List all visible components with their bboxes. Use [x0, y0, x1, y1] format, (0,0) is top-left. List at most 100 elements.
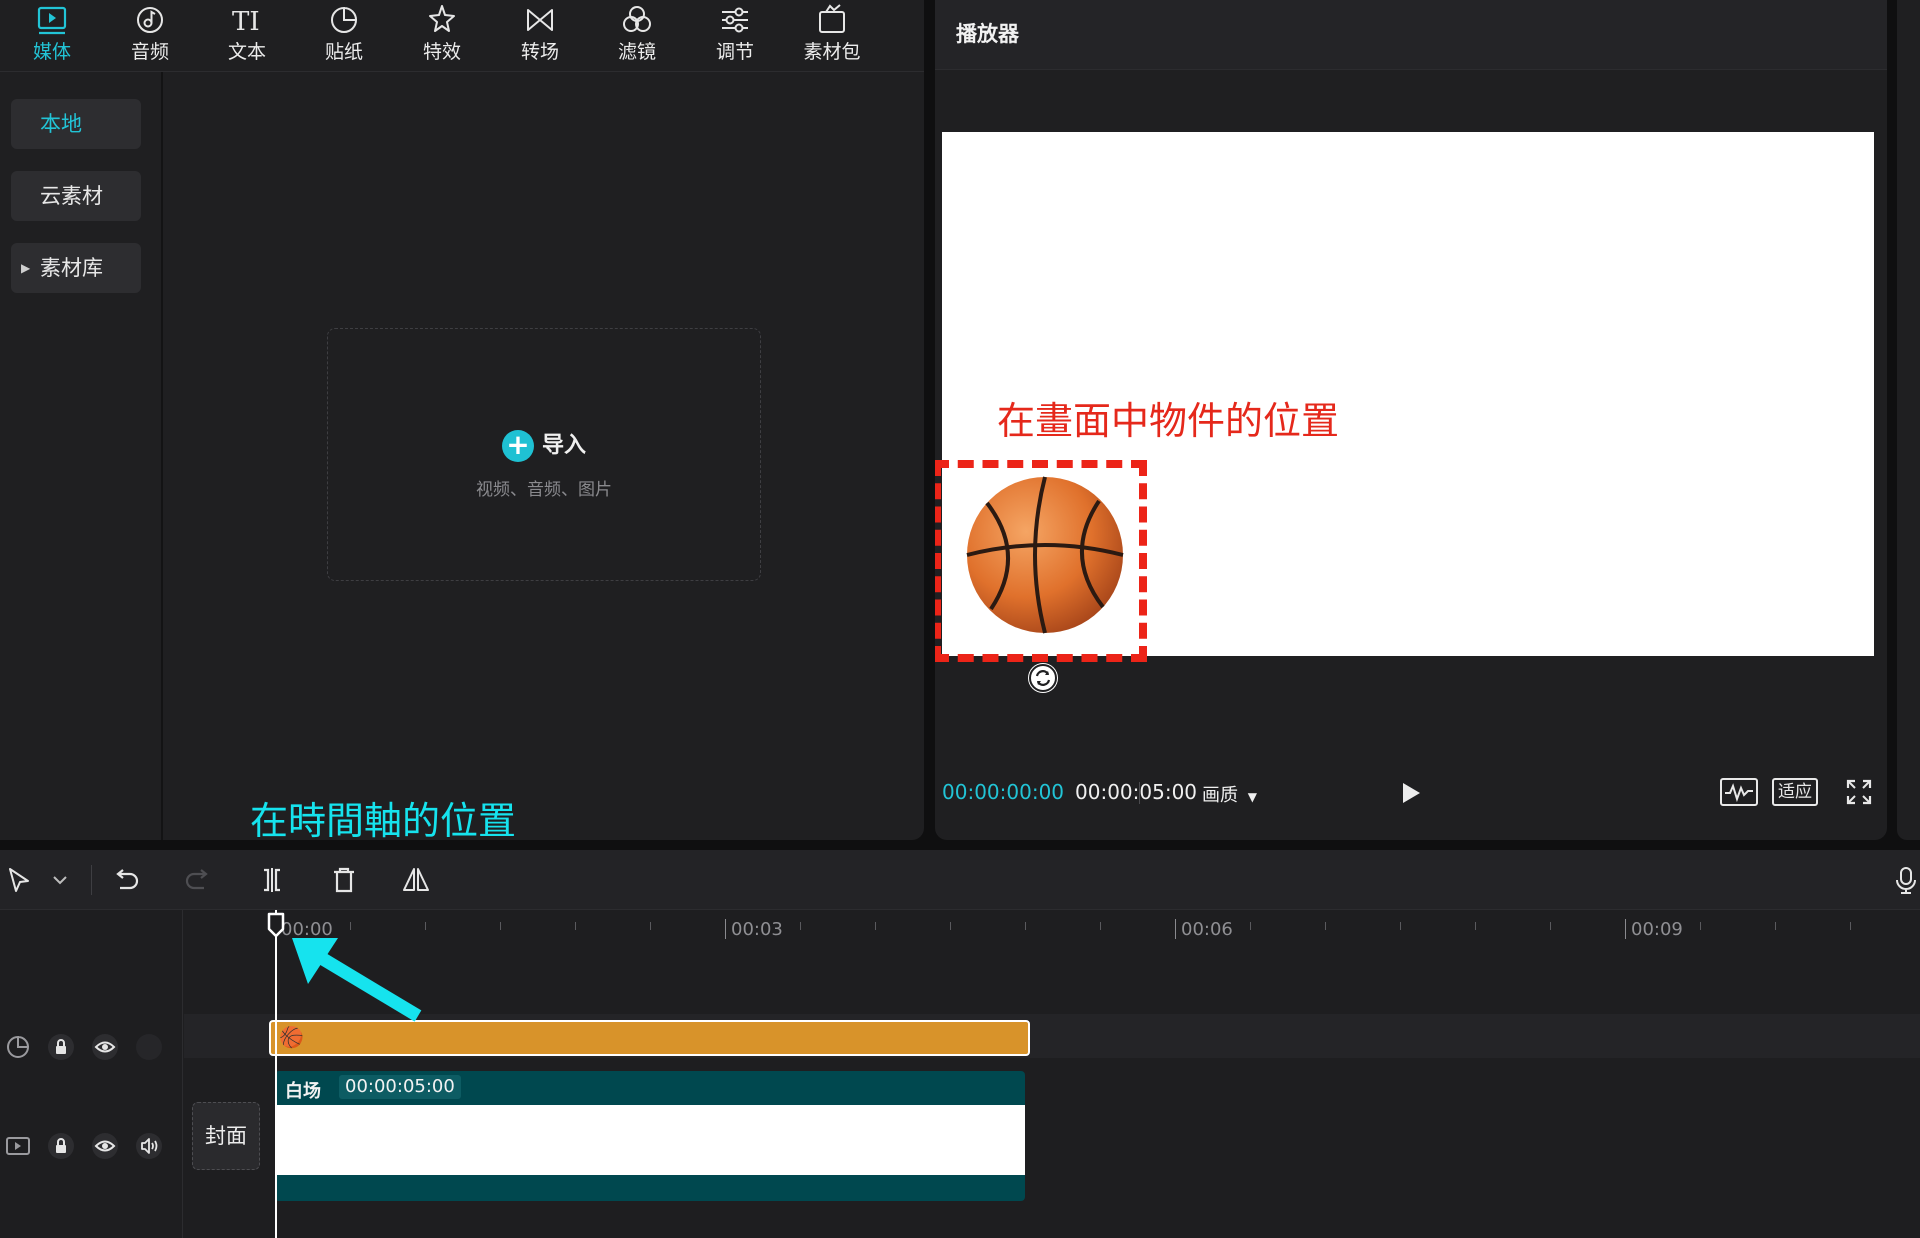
basketball-thumbnail-icon: 🏀: [279, 1025, 304, 1049]
tool-effects[interactable]: 特效: [397, 0, 487, 72]
mirror-icon: [403, 868, 429, 891]
waveform-button[interactable]: [1720, 778, 1758, 806]
waveform-icon: [1720, 778, 1758, 806]
tool-text[interactable]: TI 文本: [202, 0, 292, 72]
asset-toolbar: 媒体 音频 TI 文本 贴纸 特效 转场 滤镜 调节 素材包: [0, 0, 924, 72]
ruler-minor-tick: [800, 922, 801, 930]
effects-icon: [397, 0, 487, 40]
caret-right-icon: ▶: [21, 261, 31, 275]
lock-icon[interactable]: [47, 1033, 75, 1061]
tool-sticker[interactable]: 贴纸: [299, 0, 389, 72]
tool-adjust[interactable]: 调节: [690, 0, 780, 72]
canvas-position-annotation: 在畫面中物件的位置: [997, 399, 1340, 443]
ruler-minor-tick: [1475, 922, 1476, 930]
video-clip[interactable]: 白场 00:00:05:00: [275, 1071, 1025, 1201]
total-time: 00:00:05:00: [1075, 780, 1198, 804]
select-tool-button[interactable]: [4, 864, 36, 896]
tool-effects-label: 特效: [422, 41, 461, 63]
select-mode-dropdown[interactable]: [44, 864, 68, 896]
chevron-down-icon: ▼: [1247, 790, 1257, 804]
player-controls: 00:00:00:00 00:00:05:00 画质 ▼ 适应: [935, 770, 1887, 816]
undo-button[interactable]: [110, 864, 142, 896]
tool-text-label: 文本: [227, 41, 266, 63]
package-icon: [787, 0, 877, 40]
ruler-minor-tick: [1250, 922, 1251, 930]
text-icon: TI: [202, 0, 292, 40]
trash-icon: [334, 867, 354, 893]
clip-duration: 00:00:05:00: [339, 1075, 461, 1099]
nav-cloud[interactable]: 云素材: [11, 171, 141, 221]
cover-button[interactable]: 封面: [192, 1102, 260, 1170]
player-title: 播放器: [956, 22, 1019, 46]
mirror-button[interactable]: [400, 864, 432, 896]
ruler-minor-tick: [950, 922, 951, 930]
timeline-position-annotation: 在時間軸的位置: [250, 799, 517, 840]
split-icon: [264, 868, 280, 892]
rotate-handle-icon[interactable]: [1028, 663, 1058, 693]
audio-icon: [105, 0, 195, 40]
tool-package[interactable]: 素材包: [787, 0, 877, 72]
video-track-icon: [4, 1132, 32, 1160]
local-nav: 本地 云素材 ▶ 素材库: [0, 72, 163, 840]
svg-text:TI: TI: [232, 7, 260, 37]
sticker-icon: [299, 0, 389, 40]
delete-button[interactable]: [328, 864, 360, 896]
tool-filter-label: 滤镜: [617, 41, 656, 63]
eye-icon[interactable]: [91, 1132, 119, 1160]
player-header: 播放器: [935, 0, 1887, 70]
tool-media-label: 媒体: [32, 41, 71, 63]
ruler-label: 00:03: [731, 919, 783, 940]
ruler-minor-tick: [500, 922, 501, 930]
play-button[interactable]: [1395, 778, 1425, 808]
tool-media[interactable]: 媒体: [7, 0, 97, 72]
redo-button[interactable]: [182, 864, 214, 896]
empty-slot-icon: [135, 1033, 163, 1061]
plus-icon: +: [502, 430, 534, 462]
clip-name: 白场: [285, 1081, 321, 1102]
lock-icon[interactable]: [47, 1132, 75, 1160]
tool-adjust-label: 调节: [715, 41, 754, 63]
import-dropzone[interactable]: + 导入 视频、音频、图片: [327, 328, 761, 581]
sticker-track-icon: [4, 1033, 32, 1061]
ruler-label: 00:09: [1631, 919, 1683, 940]
speaker-icon[interactable]: [135, 1132, 163, 1160]
fullscreen-icon: [1846, 779, 1872, 805]
ruler-minor-tick: [1025, 922, 1026, 930]
nav-local[interactable]: 本地: [11, 99, 141, 149]
split-button[interactable]: [256, 864, 288, 896]
ruler-major-tick: [1175, 919, 1176, 939]
eye-icon[interactable]: [91, 1033, 119, 1061]
timeline-panel: 封面 00:00 00:03 00:06 00:09 🏀 白场 00:00:05:00: [0, 850, 1920, 1238]
fullscreen-button[interactable]: [1845, 778, 1873, 806]
redo-icon: [185, 869, 208, 890]
ruler-label: 00:06: [1181, 919, 1233, 940]
tool-filter[interactable]: 滤镜: [592, 0, 682, 72]
filter-icon: [592, 0, 682, 40]
playhead[interactable]: [275, 910, 277, 1238]
track-headers: [0, 910, 183, 1238]
record-audio-button[interactable]: [1890, 864, 1918, 896]
pointer-icon: [9, 868, 29, 892]
import-hint: 视频、音频、图片: [476, 480, 612, 500]
ruler-minor-tick: [875, 922, 876, 930]
clip-thumbnail: [275, 1105, 1025, 1175]
tool-audio[interactable]: 音频: [105, 0, 195, 72]
ruler-major-tick: [1625, 919, 1626, 939]
current-time: 00:00:00:00: [942, 780, 1065, 804]
time-ruler[interactable]: 00:00 00:03 00:06 00:09: [184, 910, 1920, 956]
right-panel-edge: [1897, 0, 1920, 840]
timeline-toolbar: [0, 850, 1920, 910]
quality-dropdown[interactable]: 画质 ▼: [1202, 781, 1257, 807]
ruler-minor-tick: [1700, 922, 1701, 930]
quality-label: 画质: [1202, 785, 1238, 806]
ruler-minor-tick: [575, 922, 576, 930]
selection-box[interactable]: [935, 460, 1147, 662]
tool-package-label: 素材包: [803, 41, 861, 63]
fit-button[interactable]: 适应: [1772, 778, 1818, 806]
ruler-minor-tick: [1775, 922, 1776, 930]
transition-icon: [495, 0, 585, 40]
player-panel: 播放器 在畫面中物件的位置 00:00:00:00 00:00:05:00 画质…: [935, 0, 1887, 840]
ruler-minor-tick: [1850, 922, 1851, 930]
tool-transition[interactable]: 转场: [495, 0, 585, 72]
nav-library[interactable]: ▶ 素材库: [11, 243, 141, 293]
